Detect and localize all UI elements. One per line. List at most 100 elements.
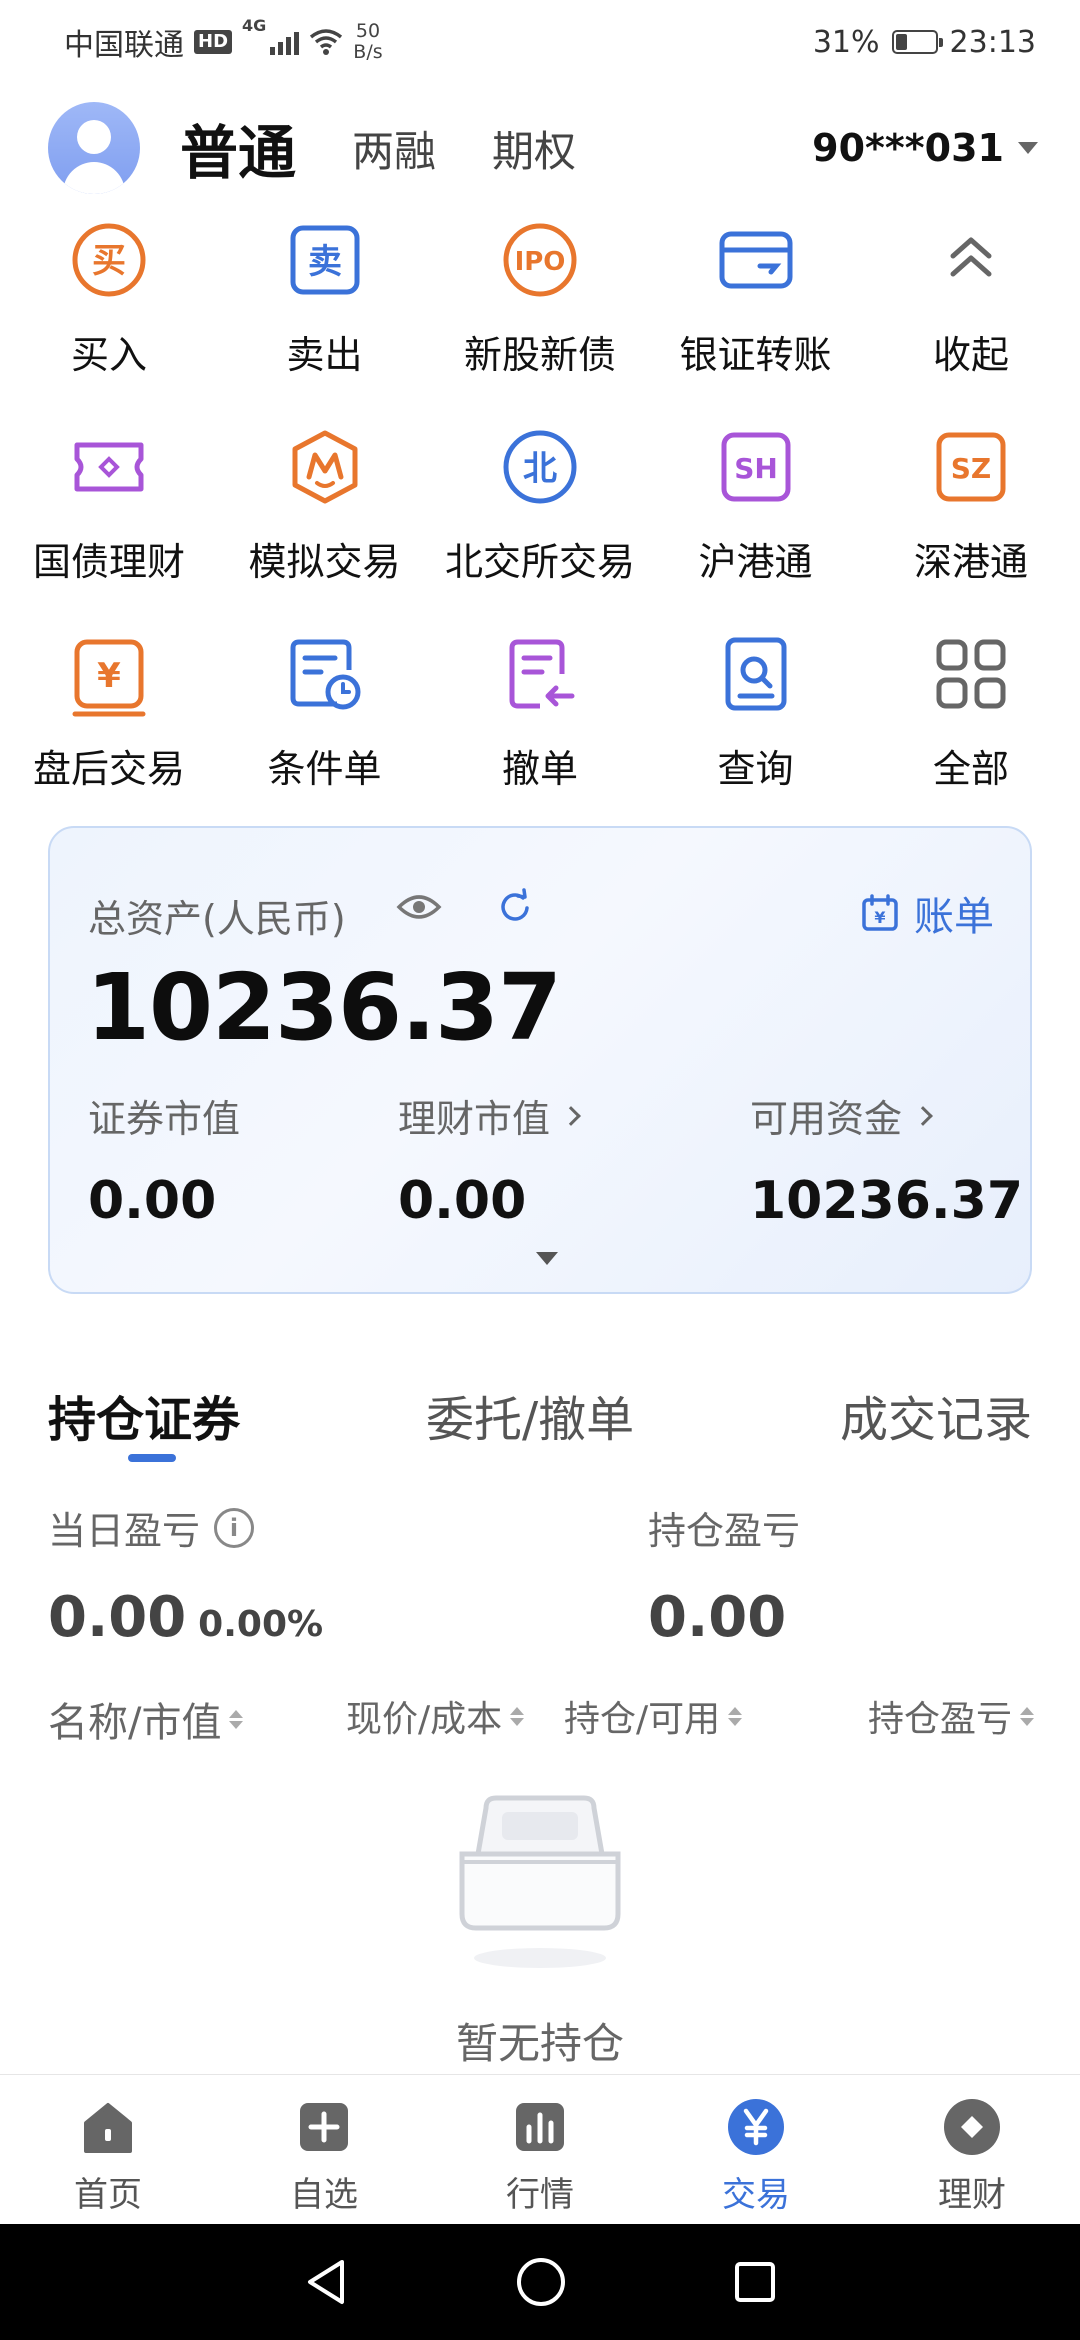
quick-action-treasury-ticket[interactable]: 国债理财 <box>10 429 208 586</box>
available-label: 可用资金 <box>750 1097 903 1141</box>
bottom-nav: 首页 自选 行情 交易 理财 <box>0 2074 1080 2224</box>
expand-triangle-icon[interactable] <box>536 1252 558 1265</box>
ipo-icon: IPO <box>503 223 577 297</box>
holding-pnl-block: 持仓盈亏 0.00 <box>648 1500 800 1650</box>
empty-box-icon <box>459 1795 621 1968</box>
bse-icon: 北 <box>503 430 577 504</box>
tab-holdings[interactable]: 持仓证券 <box>48 1380 240 1450</box>
tab-options[interactable]: 期权 <box>492 118 576 179</box>
nav-market[interactable]: 行情 <box>432 2075 648 2224</box>
total-assets-label: 总资产(人民币) <box>88 897 346 941</box>
column-holding-available[interactable]: 持仓/可用 <box>564 1690 743 1742</box>
quick-action-bank-card[interactable]: 银证转账 <box>657 222 855 379</box>
conditional-order-icon <box>290 639 360 710</box>
quick-action-conditional-order[interactable]: 条件单 <box>226 636 424 793</box>
quick-action-sh-connect[interactable]: SH 沪港通 <box>657 429 855 586</box>
account-selector[interactable]: 90***031 <box>812 126 1038 170</box>
quick-action-cancel-order[interactable]: 撤单 <box>441 636 639 793</box>
quick-action-icon-wrap: ¥ <box>69 636 149 717</box>
wealth-value-block[interactable]: 理财市值 0.00 <box>398 1088 581 1231</box>
svg-text:¥: ¥ <box>874 908 885 927</box>
home-icon <box>84 2103 132 2153</box>
quick-action-query[interactable]: 查询 <box>657 636 855 793</box>
wealth-diamond-icon <box>944 2099 1000 2155</box>
nav-label: 理财 <box>938 2175 1006 2215</box>
eye-icon[interactable] <box>396 890 442 924</box>
wealth-label: 理财市值 <box>398 1097 551 1141</box>
sh-connect-icon: SH <box>721 432 790 502</box>
tab-normal[interactable]: 普通 <box>180 106 296 190</box>
back-icon[interactable] <box>302 2256 350 2308</box>
nav-home[interactable]: 首页 <box>0 2075 216 2224</box>
clock: 23:13 <box>949 24 1036 60</box>
quick-action-bse[interactable]: 北北交所交易 <box>441 429 639 586</box>
column-label: 名称/市值 <box>48 1700 222 1746</box>
sell-icon: 卖 <box>290 225 359 295</box>
quick-action-simulation[interactable]: 模拟交易 <box>226 429 424 586</box>
quick-action-ipo[interactable]: IPO 新股新债 <box>441 222 639 379</box>
query-icon <box>725 637 786 711</box>
quick-action-all-apps[interactable]: 全部 <box>872 636 1070 793</box>
avatar[interactable] <box>48 102 140 194</box>
quick-action-sz-connect[interactable]: SZ 深港通 <box>872 429 1070 586</box>
nav-label: 行情 <box>506 2175 574 2215</box>
tab-orders[interactable]: 委托/撤单 <box>426 1380 634 1450</box>
column-label: 现价/成本 <box>346 1699 503 1740</box>
calendar-icon: ¥ <box>862 894 898 931</box>
quick-action-label: 北交所交易 <box>444 540 635 584</box>
column-holding-pnl[interactable]: 持仓盈亏 <box>868 1690 1035 1742</box>
all-apps-icon <box>936 639 1006 709</box>
quick-action-after-hours[interactable]: ¥ 盘后交易 <box>10 636 208 793</box>
quick-action-label: 条件单 <box>267 747 382 791</box>
quick-action-label: 查询 <box>717 747 794 791</box>
quick-actions-grid: 买买入卖卖出 IPO 新股新债 银证转账 收起 国债理财 模拟交易北北交所交易 SH 沪港通 SZ… <box>10 222 1070 793</box>
quick-action-icon-wrap <box>285 429 365 509</box>
account-header: 普通 两融 期权 90***031 <box>48 100 1038 196</box>
bill-button[interactable]: ¥ 账单 <box>860 884 994 942</box>
tab-margin[interactable]: 两融 <box>352 118 436 179</box>
trade-yen-icon <box>728 2099 784 2155</box>
quick-action-icon-wrap: 卖 <box>285 222 365 302</box>
home-circle-icon[interactable] <box>515 2256 567 2308</box>
info-icon[interactable]: i <box>214 1507 255 1548</box>
wifi-icon <box>310 29 343 55</box>
refresh-icon[interactable] <box>496 888 534 926</box>
network-label: 4G <box>242 16 267 35</box>
nav-label: 首页 <box>74 2175 142 2215</box>
quick-action-label: 银证转账 <box>679 333 832 377</box>
tab-trades[interactable]: 成交记录 <box>840 1380 1032 1450</box>
treasury-ticket-icon <box>74 442 144 492</box>
quick-action-icon-wrap: SZ <box>931 429 1011 509</box>
svg-text:卖: 卖 <box>308 242 342 282</box>
quick-action-label: 模拟交易 <box>248 540 401 584</box>
holdings-column-headers: 名称/市值 现价/成本 持仓/可用 持仓盈亏 <box>0 1690 1080 1746</box>
quick-action-icon-wrap <box>716 222 796 302</box>
quick-action-sell[interactable]: 卖卖出 <box>226 222 424 379</box>
quick-action-label: 卖出 <box>286 333 363 377</box>
column-label: 持仓/可用 <box>564 1699 721 1740</box>
battery-percent: 31% <box>812 24 880 60</box>
column-price-cost[interactable]: 现价/成本 <box>346 1690 525 1742</box>
quick-action-collapse[interactable]: 收起 <box>872 222 1070 379</box>
collapse-icon <box>950 237 992 277</box>
available-funds-block[interactable]: 可用资金 10236.37 <box>750 1088 1023 1231</box>
market-chart-icon <box>516 2103 564 2151</box>
signal-icon <box>270 29 300 55</box>
svg-text:¥: ¥ <box>97 656 121 696</box>
securities-label: 证券市值 <box>88 1097 241 1141</box>
nav-wealth[interactable]: 理财 <box>864 2075 1080 2224</box>
position-tabs: 持仓证券 委托/撤单 成交记录 <box>48 1380 1032 1462</box>
watchlist-add-icon <box>300 2103 348 2151</box>
system-nav-bar <box>0 2224 1080 2340</box>
quick-action-buy[interactable]: 买买入 <box>10 222 208 379</box>
column-name-value[interactable]: 名称/市值 <box>48 1690 244 1748</box>
after-hours-icon: ¥ <box>72 639 146 717</box>
nav-trade[interactable]: 交易 <box>648 2075 864 2224</box>
nav-watchlist[interactable]: 自选 <box>216 2075 432 2224</box>
cancel-order-icon <box>509 639 575 709</box>
battery-icon <box>891 30 943 54</box>
network-speed: 50 B/s <box>353 21 382 63</box>
daily-pnl-block: 当日盈亏 i 0.00 0.00% <box>48 1500 323 1650</box>
recents-icon[interactable] <box>732 2259 778 2305</box>
quick-action-icon-wrap <box>69 429 149 509</box>
